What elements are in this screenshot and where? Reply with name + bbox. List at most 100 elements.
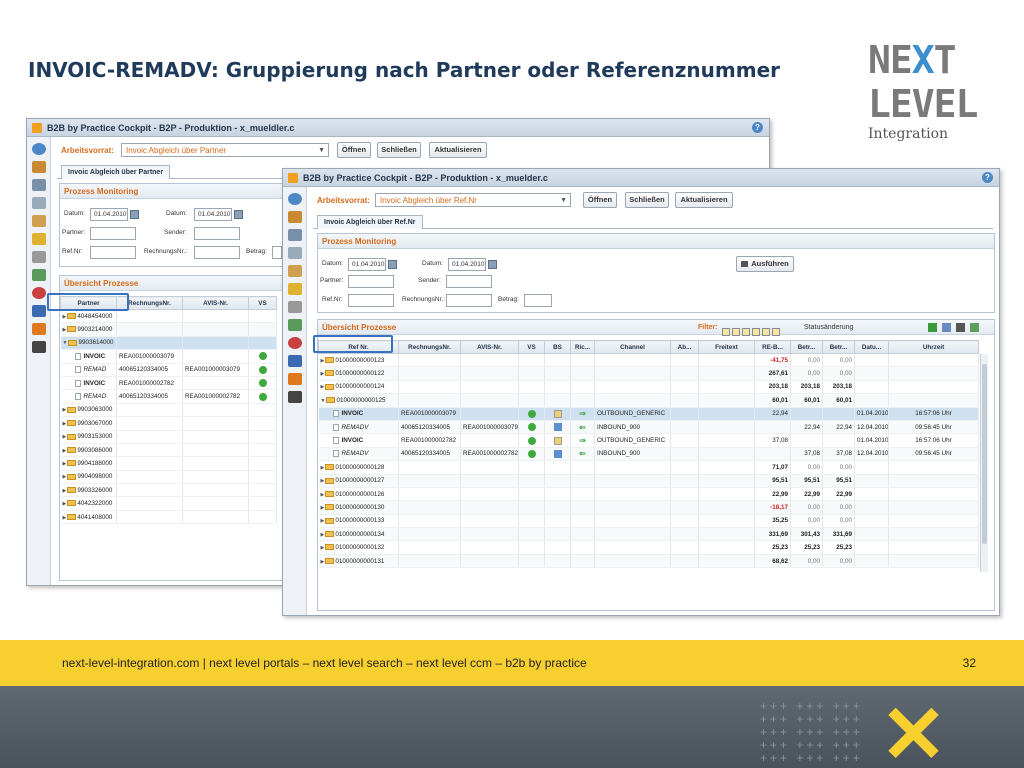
export-excel-icon[interactable] xyxy=(928,323,937,332)
table-row[interactable]: INVOIC REA001000003079 ⇒ OUTBOUND_GENERIC 22… xyxy=(318,407,979,421)
collapsed-triangle-icon[interactable]: ▶ xyxy=(321,465,325,471)
mail-icon[interactable] xyxy=(31,305,46,317)
mail-icon[interactable] xyxy=(287,355,302,367)
document-icon[interactable] xyxy=(287,247,302,259)
workqueue-select[interactable]: Invoic Abgleich über Ref.Nr ▼ xyxy=(375,193,571,207)
refresh-button[interactable]: Aktualisieren xyxy=(429,142,487,158)
vertical-scrollbar[interactable] xyxy=(980,354,988,572)
filter-folder-icon[interactable] xyxy=(732,327,740,336)
collapsed-triangle-icon[interactable]: ▶ xyxy=(321,358,325,364)
close-button[interactable]: Schließen xyxy=(377,142,421,158)
column-header[interactable]: RE-B... xyxy=(754,340,791,354)
collapsed-triangle-icon[interactable]: ▶ xyxy=(63,421,67,427)
table-row[interactable]: REMADV 40065120334005 REA001000003079 ⇐ INBO… xyxy=(318,420,979,435)
collapsed-triangle-icon[interactable]: ▶ xyxy=(63,407,67,413)
table-row[interactable]: ▶ 01000000000127 95,51 95,51 95,51 xyxy=(318,474,979,488)
group-icon[interactable] xyxy=(31,269,46,281)
collapsed-triangle-icon[interactable]: ▶ xyxy=(63,474,67,480)
printer-icon[interactable] xyxy=(287,391,302,403)
table-row[interactable]: ▶ 01000000000123 -41,75 0,00 0,00 xyxy=(318,353,979,368)
globe-icon[interactable] xyxy=(287,337,302,349)
invoice-number-field[interactable] xyxy=(446,294,492,307)
execute-button[interactable]: Ausführen xyxy=(736,256,794,272)
column-header[interactable]: BS xyxy=(544,340,571,354)
group-icon[interactable] xyxy=(287,319,302,331)
refnr-field[interactable] xyxy=(348,294,394,307)
document-icon[interactable] xyxy=(31,197,46,209)
date-to-field[interactable]: 01.04.2010 xyxy=(194,208,232,221)
printer-icon[interactable] xyxy=(31,341,46,353)
sender-field[interactable] xyxy=(194,227,240,240)
home-icon[interactable] xyxy=(31,161,46,173)
collapsed-triangle-icon[interactable]: ▶ xyxy=(63,501,67,507)
help-circle-icon[interactable] xyxy=(31,143,46,155)
tab-invoic-partner[interactable]: Invoic Abgleich über Partner xyxy=(61,165,171,179)
collapsed-triangle-icon[interactable]: ▶ xyxy=(63,448,67,454)
partner-field[interactable] xyxy=(348,275,394,288)
table-row[interactable]: ▶ 4048454000 xyxy=(60,309,277,324)
table-row[interactable]: ▶ 01000000000131 68,62 0,00 0,00 xyxy=(318,554,979,569)
home-icon[interactable] xyxy=(287,211,302,223)
filter-check-icon[interactable] xyxy=(742,327,750,336)
chart-icon[interactable] xyxy=(287,229,302,241)
date-to-field[interactable]: 01.04.2010 xyxy=(448,258,486,271)
filter-check-icon[interactable] xyxy=(722,327,730,336)
date-from-field[interactable]: 01.04.2010 xyxy=(348,258,386,271)
column-header[interactable]: Datu... xyxy=(854,340,889,354)
table-row[interactable]: INVOIC REA001000003079 xyxy=(60,349,277,364)
print-icon[interactable] xyxy=(956,323,965,332)
table-row[interactable]: ▶ 01000000000130 -18,17 0,00 0,00 xyxy=(318,500,979,515)
filter-folder-icon[interactable] xyxy=(752,327,760,336)
refnr-field[interactable] xyxy=(90,246,136,259)
collapsed-triangle-icon[interactable]: ▶ xyxy=(63,327,67,333)
collapsed-triangle-icon[interactable]: ▶ xyxy=(63,461,67,467)
collapsed-triangle-icon[interactable]: ▶ xyxy=(321,518,325,524)
tab-invoic-refnr[interactable]: Invoic Abgleich über Ref.Nr xyxy=(317,215,423,229)
collapsed-triangle-icon[interactable]: ▶ xyxy=(63,515,67,521)
help-icon[interactable]: ? xyxy=(982,172,993,183)
table-row[interactable]: ▶ 01000000000124 203,18 203,18 203,18 xyxy=(318,380,979,395)
open-button[interactable]: Öffnen xyxy=(583,192,617,208)
calendar-icon[interactable] xyxy=(488,260,497,269)
help-icon[interactable]: ? xyxy=(752,122,763,133)
table-row[interactable]: ▶ 01000000000126 22,99 22,99 22,99 xyxy=(318,487,979,502)
column-header[interactable]: Ric... xyxy=(570,340,595,354)
calendar-icon[interactable] xyxy=(130,210,139,219)
message-icon[interactable] xyxy=(287,373,302,385)
filter-icons[interactable] xyxy=(722,323,782,341)
table-row[interactable]: INVOIC REA001000002782 xyxy=(60,376,277,391)
column-header[interactable]: Uhrzeit xyxy=(888,340,979,354)
column-header[interactable]: Ab... xyxy=(670,340,699,354)
settings-icon[interactable] xyxy=(287,301,302,313)
user-icon[interactable] xyxy=(287,265,302,277)
partner-field[interactable] xyxy=(90,227,136,240)
table-row[interactable]: ▶ 4042322000 xyxy=(60,496,277,511)
calendar-icon[interactable] xyxy=(234,210,243,219)
expand-icon[interactable] xyxy=(970,323,979,332)
lock-icon[interactable] xyxy=(287,283,302,295)
column-header[interactable]: VS xyxy=(248,296,277,310)
table-row[interactable]: ▶ 01000000000128 71,07 0,00 0,00 xyxy=(318,460,979,475)
table-row[interactable]: ▼ 9903614000 xyxy=(60,336,277,351)
collapsed-triangle-icon[interactable]: ▶ xyxy=(63,488,67,494)
column-header[interactable]: RechnungsNr. xyxy=(398,340,461,354)
settings-icon[interactable] xyxy=(31,251,46,263)
table-row[interactable]: ▶ 9903067000 xyxy=(60,416,277,431)
table-row[interactable]: ▶ 9903153000 xyxy=(60,430,277,444)
table-row[interactable]: ▶ 9903086000 xyxy=(60,443,277,458)
copy-icon[interactable] xyxy=(942,323,951,332)
collapsed-triangle-icon[interactable]: ▶ xyxy=(63,314,67,320)
table-row[interactable]: ▶ 01000000000134 331,69 301,43 331,69 xyxy=(318,527,979,542)
table-row[interactable]: REMADV 40065120334005 REA001000002782 ⇐ INBO… xyxy=(318,447,979,462)
table-row[interactable]: ▶ 01000000000133 35,25 0,00 0,00 xyxy=(318,514,979,529)
workqueue-select[interactable]: Invoic Abgleich über Partner ▼ xyxy=(121,143,329,157)
user-icon[interactable] xyxy=(31,215,46,227)
table-row[interactable]: ▶ 01000000000122 267,61 0,00 0,00 xyxy=(318,366,979,381)
collapsed-triangle-icon[interactable]: ▶ xyxy=(321,545,325,551)
column-header[interactable]: Betr... xyxy=(822,340,855,354)
table-row[interactable]: REMAD 40065120334005 REA001000003079 xyxy=(60,363,277,377)
table-row[interactable]: ▶ 9903063000 xyxy=(60,403,277,418)
table-row[interactable]: ▶ 9904098000 xyxy=(60,470,277,485)
table-row[interactable]: ▶ 4041408000 xyxy=(60,510,277,525)
scrollbar-thumb[interactable] xyxy=(982,364,987,544)
